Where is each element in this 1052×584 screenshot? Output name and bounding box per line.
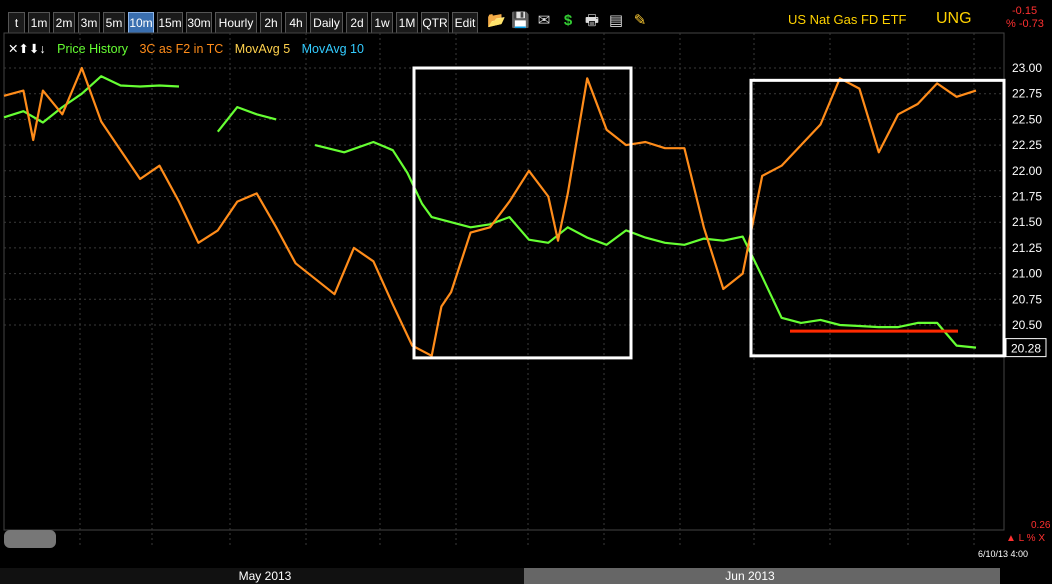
scroll-handle[interactable]: [4, 530, 56, 548]
current-value-label: 20.28: [1011, 342, 1041, 356]
month-label: May 2013: [239, 569, 292, 583]
lower-value-label: 0.26: [1031, 520, 1051, 531]
chart-legend: ✕⬆⬇↓ Price History 3C as F2 in TC MovAvg…: [8, 41, 372, 56]
tool-icons[interactable]: ✕⬆⬇↓: [8, 42, 46, 56]
legend-ma5[interactable]: MovAvg 5: [235, 42, 290, 56]
legend-indicator[interactable]: 3C as F2 in TC: [139, 42, 223, 56]
y-tick-label: 20.50: [1012, 318, 1042, 332]
plot-area: [3, 32, 1005, 531]
y-tick-label: 23.00: [1012, 61, 1042, 75]
x-axis-band: [4, 548, 1004, 566]
y-tick-label: 22.75: [1012, 87, 1042, 101]
legend-ma10[interactable]: MovAvg 10: [302, 42, 364, 56]
month-label: Jun 2013: [725, 569, 775, 583]
y-tick-label: 21.50: [1012, 215, 1042, 229]
lower-legend-label: ▲ L % X: [1006, 533, 1045, 544]
legend-price-history[interactable]: Price History: [57, 42, 128, 56]
y-tick-label: 22.50: [1012, 112, 1042, 126]
y-tick-label: 21.00: [1012, 267, 1042, 281]
y-tick-label: 20.75: [1012, 292, 1042, 306]
y-tick-label: 21.25: [1012, 241, 1042, 255]
price-chart[interactable]: 23242829303134567101123.0022.7522.5022.2…: [0, 0, 1052, 584]
y-tick-label: 22.25: [1012, 138, 1042, 152]
y-tick-label: 22.00: [1012, 164, 1042, 178]
y-tick-label: 21.75: [1012, 190, 1042, 204]
date-stamp: 6/10/13 4:00: [978, 549, 1028, 559]
